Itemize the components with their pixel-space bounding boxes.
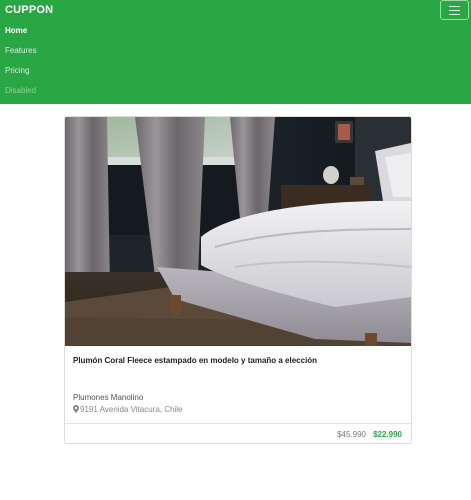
nav-link-home[interactable]: Home: [5, 26, 27, 35]
navbar: CUPPON Home Features Pricing Disabled: [0, 0, 471, 104]
merchant-name: Plumones Manolino: [73, 393, 144, 402]
brand-logo[interactable]: CUPPON: [5, 4, 53, 16]
bedroom-photo[interactable]: [65, 117, 411, 346]
nav-link-pricing[interactable]: Pricing: [5, 66, 29, 75]
map-marker-icon: [73, 405, 79, 413]
nav-item-features[interactable]: Features: [5, 46, 37, 66]
deal-title[interactable]: Plumón Coral Fleece estampado en modelo …: [73, 356, 317, 365]
navbar-toggler-button[interactable]: [440, 0, 469, 20]
discount-price: $22.990: [373, 430, 402, 439]
nav-links: Home Features Pricing Disabled: [5, 26, 37, 106]
deal-card[interactable]: Plumón Coral Fleece estampado en modelo …: [64, 116, 412, 444]
merchant-address: 9191 Avenida Vitacura, Chile: [73, 405, 182, 414]
nav-item-pricing[interactable]: Pricing: [5, 66, 37, 86]
nav-item-disabled: Disabled: [5, 86, 37, 106]
address-text: 9191 Avenida Vitacura, Chile: [80, 405, 183, 414]
card-footer: $45.990 $22.990: [65, 423, 411, 443]
nav-link-features[interactable]: Features: [5, 46, 37, 55]
nav-item-home[interactable]: Home: [5, 26, 37, 46]
original-price: $45.990: [337, 430, 366, 439]
nav-link-disabled: Disabled: [5, 86, 37, 95]
